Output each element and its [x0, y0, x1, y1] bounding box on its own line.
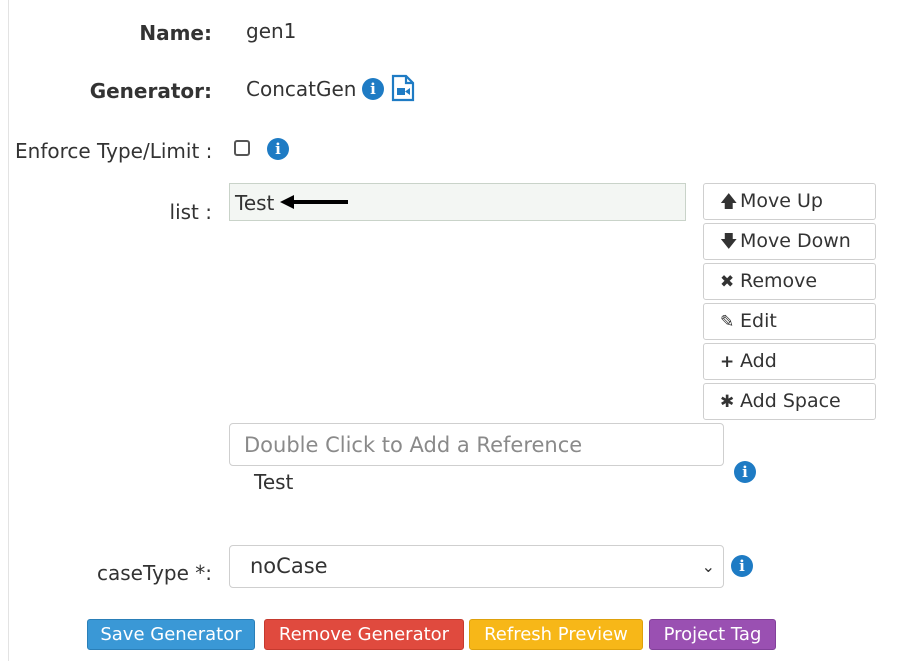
move-down-label: Move Down — [740, 230, 851, 252]
remove-generator-button[interactable]: Remove Generator — [264, 619, 464, 650]
chevron-down-icon: ⌄ — [701, 557, 715, 576]
reference-info-icon[interactable]: i — [734, 461, 756, 483]
list-item[interactable]: Test — [235, 191, 274, 215]
case-type-info-icon[interactable]: i — [731, 555, 753, 577]
name-label: Name: — [139, 21, 212, 45]
reference-preview: Test — [254, 470, 294, 494]
arrow-left-icon — [280, 195, 348, 209]
add-button[interactable]: + Add — [703, 343, 876, 380]
generator-info-icon[interactable]: i — [362, 78, 384, 100]
left-border — [8, 0, 9, 661]
case-type-select[interactable]: noCase ⌄ — [229, 545, 724, 588]
refresh-preview-button[interactable]: Refresh Preview — [469, 619, 643, 650]
video-file-icon[interactable] — [391, 74, 415, 102]
remove-label: Remove — [740, 270, 818, 292]
list-label: list : — [169, 200, 212, 224]
plus-icon: + — [720, 352, 735, 372]
name-value: gen1 — [246, 19, 297, 43]
generator-label: Generator: — [89, 79, 212, 103]
asterisk-icon: ✱ — [720, 392, 735, 412]
arrow-down-icon: 🡇 — [720, 232, 738, 252]
pencil-icon: ✎ — [720, 312, 735, 332]
reference-input[interactable] — [229, 423, 724, 466]
project-tag-button[interactable]: Project Tag — [649, 619, 776, 650]
arrow-up-icon: 🡅 — [720, 192, 738, 212]
edit-button[interactable]: ✎ Edit — [703, 303, 876, 340]
save-generator-button[interactable]: Save Generator — [87, 619, 255, 650]
remove-button[interactable]: ✖ Remove — [703, 263, 876, 300]
add-space-label: Add Space — [740, 390, 841, 412]
move-up-label: Move Up — [740, 190, 823, 212]
generator-value: ConcatGen — [246, 77, 357, 101]
move-down-button[interactable]: 🡇 Move Down — [703, 223, 876, 260]
list-box[interactable]: Test — [229, 183, 686, 221]
case-type-value: noCase — [250, 554, 328, 578]
edit-label: Edit — [740, 310, 777, 332]
add-label: Add — [740, 350, 777, 372]
enforce-checkbox[interactable] — [234, 140, 250, 156]
enforce-info-icon[interactable]: i — [267, 138, 289, 160]
move-up-button[interactable]: 🡅 Move Up — [703, 183, 876, 220]
enforce-label: Enforce Type/Limit : — [15, 139, 213, 163]
times-icon: ✖ — [720, 272, 735, 292]
add-space-button[interactable]: ✱ Add Space — [703, 383, 876, 420]
case-type-label: caseType *: — [96, 561, 212, 585]
